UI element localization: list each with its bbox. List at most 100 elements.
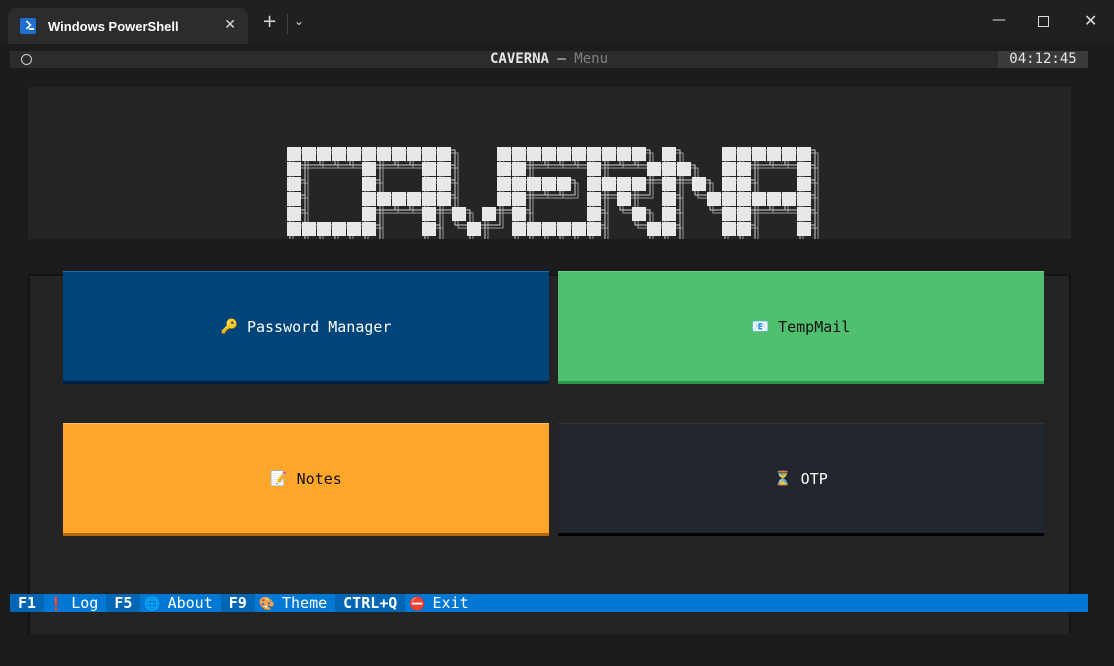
banner-block bbox=[797, 162, 811, 176]
banner-block bbox=[662, 207, 676, 221]
title-bar: Windows PowerShell ✕ + ⌄ — ✕ bbox=[0, 0, 1114, 44]
banner-block bbox=[767, 192, 781, 206]
banner-block bbox=[347, 222, 361, 236]
banner-block bbox=[512, 162, 526, 176]
banner-block bbox=[662, 222, 676, 236]
banner-block bbox=[662, 192, 676, 206]
banner-block bbox=[722, 222, 736, 236]
banner-block bbox=[407, 192, 421, 206]
banner-block bbox=[647, 222, 661, 236]
banner-block bbox=[512, 177, 526, 191]
banner-block bbox=[482, 207, 496, 221]
banner-block bbox=[437, 177, 451, 191]
banner-block bbox=[587, 147, 601, 161]
log-action[interactable]: ❗ Log bbox=[44, 594, 106, 612]
banner-block bbox=[422, 222, 436, 236]
no-entry-icon: ⛔ bbox=[409, 597, 426, 612]
banner-block bbox=[542, 147, 556, 161]
banner-block bbox=[557, 222, 571, 236]
tempmail-button[interactable]: 📧 TempMail bbox=[558, 271, 1044, 384]
theme-action[interactable]: 🎨 Theme bbox=[255, 594, 335, 612]
banner-block bbox=[542, 177, 556, 191]
banner-block bbox=[647, 162, 661, 176]
banner-block bbox=[737, 162, 751, 176]
banner-block bbox=[737, 177, 751, 191]
banner-block bbox=[527, 222, 541, 236]
banner-block bbox=[362, 222, 376, 236]
powershell-icon bbox=[20, 18, 36, 34]
banner-block bbox=[722, 192, 736, 206]
memo-icon: 📝 bbox=[270, 470, 288, 487]
banner-block bbox=[527, 147, 541, 161]
maximize-button[interactable] bbox=[1038, 16, 1049, 27]
tempmail-label: TempMail bbox=[778, 317, 851, 336]
banner-block bbox=[317, 147, 331, 161]
new-tab-button[interactable]: + bbox=[262, 13, 277, 31]
notes-button[interactable]: 📝 Notes bbox=[63, 423, 549, 536]
screen-name: Menu bbox=[574, 51, 609, 67]
banner-block bbox=[752, 192, 766, 206]
banner-block bbox=[617, 192, 631, 206]
banner-block bbox=[797, 192, 811, 206]
close-window-button[interactable]: ✕ bbox=[1084, 11, 1097, 30]
banner-block bbox=[557, 177, 571, 191]
banner-block bbox=[662, 147, 676, 161]
footer-keybar: F1 ❗ Log F5 🌐 About F9 🎨 Theme CTRL+Q ⛔ Exit bbox=[10, 594, 1088, 612]
chevron-down-icon[interactable]: ⌄ bbox=[294, 14, 304, 28]
key-icon: 🔑 bbox=[220, 318, 238, 335]
banner-block bbox=[737, 222, 751, 236]
theme-label: Theme bbox=[282, 594, 328, 612]
exclamation-icon: ❗ bbox=[48, 597, 65, 612]
header-separator: — bbox=[549, 51, 575, 67]
banner-block bbox=[287, 162, 301, 176]
key-f9: F9 bbox=[220, 594, 255, 612]
banner-block bbox=[587, 207, 601, 221]
banner-block bbox=[632, 147, 646, 161]
banner-block bbox=[362, 162, 376, 176]
banner-block bbox=[722, 177, 736, 191]
banner-block bbox=[602, 147, 616, 161]
banner-block bbox=[617, 177, 631, 191]
banner-block bbox=[602, 177, 616, 191]
palette-icon: 🎨 bbox=[258, 597, 275, 612]
banner-block bbox=[497, 162, 511, 176]
banner-block bbox=[527, 177, 541, 191]
notes-label: Notes bbox=[296, 469, 342, 488]
key-f1: F1 bbox=[10, 594, 45, 612]
banner-block bbox=[497, 192, 511, 206]
banner-block bbox=[377, 147, 391, 161]
ascii-banner bbox=[28, 87, 1071, 239]
tab-separator bbox=[287, 14, 288, 34]
header-clock: 04:12:45 bbox=[998, 51, 1088, 68]
banner-block bbox=[452, 207, 466, 221]
banner-block bbox=[347, 147, 361, 161]
banner-block bbox=[362, 192, 376, 206]
banner-block bbox=[737, 192, 751, 206]
banner-block bbox=[572, 147, 586, 161]
banner-block bbox=[422, 162, 436, 176]
banner-block bbox=[707, 192, 721, 206]
exit-action[interactable]: ⛔ Exit bbox=[405, 594, 476, 612]
close-tab-icon[interactable]: ✕ bbox=[224, 17, 236, 33]
banner-block bbox=[287, 177, 301, 191]
banner-block bbox=[572, 222, 586, 236]
banner-block bbox=[302, 222, 316, 236]
banner-block bbox=[287, 222, 301, 236]
banner-block bbox=[587, 192, 601, 206]
minimize-button[interactable]: — bbox=[992, 12, 1006, 28]
key-f5: F5 bbox=[106, 594, 141, 612]
banner-block bbox=[392, 147, 406, 161]
app-name: CAVERNA bbox=[489, 51, 549, 67]
hourglass-icon: ⏳ bbox=[774, 470, 792, 487]
tab-powershell[interactable]: Windows PowerShell ✕ bbox=[8, 8, 248, 44]
banner-block bbox=[587, 177, 601, 191]
banner-block bbox=[437, 162, 451, 176]
banner-block bbox=[722, 207, 736, 221]
banner-block bbox=[797, 147, 811, 161]
banner-block bbox=[632, 207, 646, 221]
password-manager-button[interactable]: 🔑 Password Manager bbox=[63, 271, 549, 384]
otp-button[interactable]: ⏳ OTP bbox=[558, 423, 1044, 536]
banner-block bbox=[287, 207, 301, 221]
about-action[interactable]: 🌐 About bbox=[140, 594, 220, 612]
banner-block bbox=[422, 177, 436, 191]
